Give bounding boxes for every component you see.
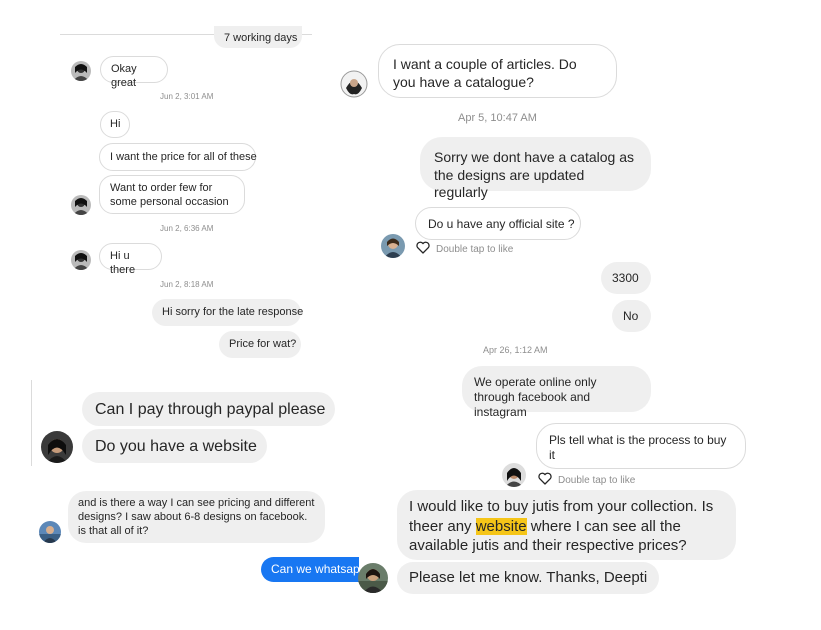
timestamp: Apr 26, 1:12 AM <box>483 345 548 355</box>
message-bubble[interactable]: Hi sorry for the late response <box>152 299 303 326</box>
avatar[interactable] <box>358 563 388 593</box>
message-bubble[interactable]: I want the price for all of these <box>99 143 257 171</box>
highlighted-keyword: website <box>475 517 527 535</box>
message-bubble[interactable]: Okay great <box>100 56 168 89</box>
avatar[interactable] <box>41 431 73 463</box>
message-bubble[interactable]: I want a couple of articles. Do you have… <box>378 44 617 98</box>
message-bubble[interactable]: 3300 <box>601 262 651 294</box>
message-bubble[interactable]: and is there a way I can see pricing and… <box>68 491 325 543</box>
timestamp: Jun 2, 8:18 AM <box>160 280 214 289</box>
like-hint[interactable]: Double tap to like <box>538 472 635 488</box>
message-bubble[interactable]: Price for wat? <box>219 331 301 358</box>
like-hint[interactable]: Double tap to like <box>416 241 513 257</box>
avatar[interactable] <box>381 234 405 258</box>
message-bubble[interactable]: Hi <box>100 111 130 138</box>
message-bubble[interactable]: Do u have any official site ? <box>415 207 581 240</box>
like-hint-text: Double tap to like <box>558 474 636 486</box>
avatar[interactable] <box>39 521 61 543</box>
message-bubble[interactable]: Please let me know. Thanks, Deepti <box>397 562 659 594</box>
avatar[interactable] <box>71 195 91 215</box>
avatar[interactable] <box>71 250 91 270</box>
message-bubble[interactable]: Pls tell what is the process to buy it <box>536 423 746 469</box>
heart-icon[interactable] <box>538 472 552 488</box>
avatar[interactable] <box>340 70 368 98</box>
avatar[interactable] <box>502 463 526 487</box>
message-bubble[interactable]: Can we whatsapp <box>261 557 359 582</box>
message-bubble[interactable]: Sorry we dont have a catalog as the desi… <box>420 137 651 200</box>
message-bubble[interactable]: Can I pay through paypal please <box>82 392 335 426</box>
timestamp: Jun 2, 3:01 AM <box>160 92 214 101</box>
divider <box>31 380 32 466</box>
message-bubble[interactable]: I would like to buy jutis from your coll… <box>397 490 736 560</box>
avatar[interactable] <box>71 61 91 81</box>
message-bubble[interactable]: Want to order few for some personal occa… <box>99 175 245 214</box>
like-hint-text: Double tap to like <box>436 243 514 255</box>
timestamp: Apr 5, 10:47 AM <box>458 112 537 124</box>
message-bubble[interactable]: Do you have a website <box>82 429 267 463</box>
message-bubble[interactable]: No <box>612 300 651 332</box>
message-bubble[interactable]: Hi u there <box>99 243 162 276</box>
message-bubble[interactable]: We operate online only through facebook … <box>462 366 651 419</box>
timestamp: Jun 2, 6:36 AM <box>160 224 214 233</box>
heart-icon[interactable] <box>416 241 430 257</box>
message-bubble[interactable]: 7 working days <box>214 26 302 48</box>
